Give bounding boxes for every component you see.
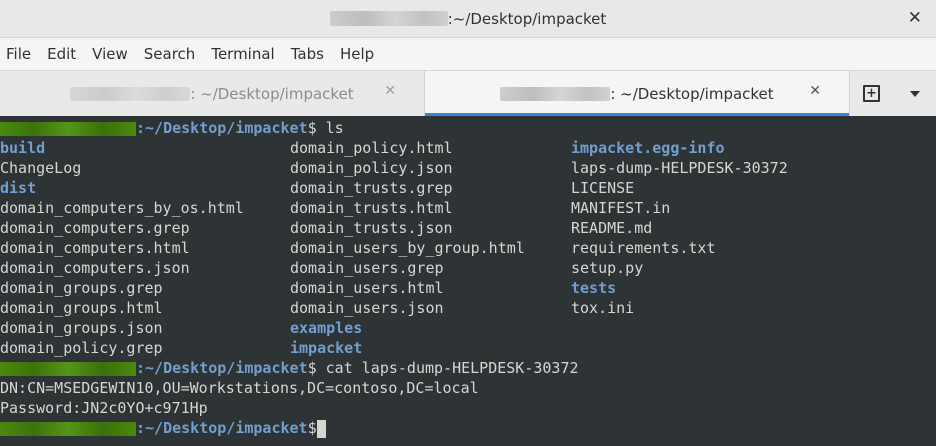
- tab-2-close-icon[interactable]: ✕: [809, 83, 821, 99]
- ls-file-entry: domain_trusts.grep: [290, 179, 453, 197]
- tab-1[interactable]: : ~/Desktop/impacket ✕: [0, 71, 424, 116]
- menu-search[interactable]: Search: [136, 38, 204, 70]
- redacted-user: [0, 121, 136, 136]
- ls-file-entry: domain_groups.grep: [0, 279, 163, 297]
- menu-edit[interactable]: Edit: [39, 38, 84, 70]
- ls-file-entry: ChangeLog: [0, 159, 82, 177]
- menu-file[interactable]: File: [0, 38, 39, 70]
- ls-directory-entry: impacket: [290, 339, 363, 357]
- ls-directory-entry: examples: [290, 319, 363, 337]
- terminal-output[interactable]: :~/Desktop/impacket$ ls build ChangeLog di…: [0, 116, 920, 446]
- menu-view[interactable]: View: [84, 38, 136, 70]
- ls-file-entry: LICENSE: [571, 179, 635, 197]
- ls-file-entry: domain_trusts.html: [290, 199, 453, 217]
- tab-2[interactable]: : ~/Desktop/impacket ✕: [424, 71, 850, 116]
- prompt-line-1: :~/Desktop/impacket$ ls: [0, 118, 344, 138]
- new-tab-button[interactable]: +: [856, 78, 888, 110]
- text-cursor: [316, 419, 326, 438]
- output-line-dn: DN:CN=MSEDGEWIN10,OU=Workstations,DC=con…: [0, 379, 479, 397]
- ls-file-entry: domain_users.json: [290, 299, 444, 317]
- ls-directory-entry: impacket.egg-info: [571, 139, 725, 157]
- close-icon[interactable]: ✕: [908, 8, 922, 28]
- window-title: :~/Desktop/impacket: [329, 9, 607, 28]
- ls-file-entry: domain_trusts.json: [290, 219, 453, 237]
- ls-file-entry: domain_computers_by_os.html: [0, 199, 244, 217]
- chevron-down-icon: [909, 90, 920, 97]
- ls-file-entry: MANIFEST.in: [571, 199, 671, 217]
- command-1: ls: [316, 119, 344, 137]
- ls-file-entry: domain_computers.grep: [0, 219, 190, 237]
- menu-tabs[interactable]: Tabs: [283, 38, 332, 70]
- redacted-host: [500, 86, 611, 101]
- ls-file-entry: domain_users_by_group.html: [290, 239, 525, 257]
- ls-file-entry: setup.py: [571, 259, 644, 277]
- redacted-user: [0, 361, 136, 376]
- redacted-host: [329, 11, 448, 26]
- ls-file-entry: domain_users.grep: [290, 259, 444, 277]
- prompt-path: :~/Desktop/impacket: [136, 119, 308, 137]
- tab-2-title: : ~/Desktop/impacket: [610, 84, 774, 103]
- redacted-host: [70, 86, 191, 101]
- ls-file-entry: domain_groups.html: [0, 299, 163, 317]
- title-bar[interactable]: :~/Desktop/impacket ✕: [0, 0, 936, 38]
- prompt-path: :~/Desktop/impacket: [136, 419, 308, 437]
- command-2: cat laps-dump-HELPDESK-30372: [316, 359, 579, 377]
- ls-directory-entry: tests: [571, 279, 617, 297]
- redacted-user: [0, 421, 136, 436]
- ls-file-entry: domain_policy.html: [290, 139, 453, 157]
- prompt-symbol: $: [307, 359, 317, 377]
- tab-tools: +: [850, 71, 936, 116]
- prompt-line-2: :~/Desktop/impacket$ cat laps-dump-HELPD…: [0, 358, 579, 378]
- tab-bar: : ~/Desktop/impacket ✕ : ~/Desktop/impac…: [0, 70, 936, 117]
- scrollbar[interactable]: [920, 116, 936, 446]
- tab-menu-button[interactable]: [899, 78, 931, 110]
- output-line-password: Password:JN2c0YO+c971Hp: [0, 399, 208, 417]
- ls-directory-entry: build: [0, 139, 46, 157]
- prompt-path: :~/Desktop/impacket: [136, 359, 308, 377]
- ls-file-entry: laps-dump-HELPDESK-30372: [571, 159, 788, 177]
- prompt-symbol: $: [307, 119, 317, 137]
- menu-bar: File Edit View Search Terminal Tabs Help: [0, 38, 936, 70]
- ls-file-entry: tox.ini: [571, 299, 635, 317]
- ls-file-entry: domain_users.html: [290, 279, 444, 297]
- new-tab-icon: +: [863, 85, 880, 102]
- ls-directory-entry: dist: [0, 179, 37, 197]
- ls-file-entry: domain_groups.json: [0, 319, 163, 337]
- ls-file-entry: domain_policy.grep: [0, 339, 163, 357]
- tab-1-close-icon[interactable]: ✕: [384, 83, 396, 99]
- menu-terminal[interactable]: Terminal: [203, 38, 282, 70]
- ls-file-entry: README.md: [571, 219, 653, 237]
- ls-file-entry: domain_computers.json: [0, 259, 190, 277]
- tab-1-title: : ~/Desktop/impacket: [190, 84, 354, 103]
- prompt-line-3: :~/Desktop/impacket$: [0, 418, 326, 438]
- ls-file-entry: requirements.txt: [571, 239, 716, 257]
- terminal-window: :~/Desktop/impacket ✕ File Edit View Sea…: [0, 0, 936, 446]
- menu-help[interactable]: Help: [332, 38, 382, 70]
- window-title-path: :~/Desktop/impacket: [447, 9, 607, 28]
- ls-file-entry: domain_policy.json: [290, 159, 453, 177]
- ls-file-entry: domain_computers.html: [0, 239, 190, 257]
- prompt-symbol: $: [307, 419, 317, 437]
